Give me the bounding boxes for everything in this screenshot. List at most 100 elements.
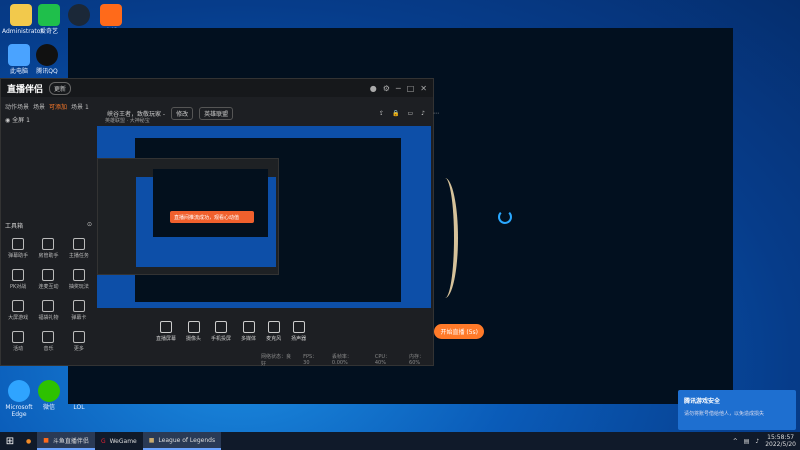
close-icon[interactable]: ✕ (420, 84, 427, 93)
tool-icon (42, 300, 55, 312)
notification-body: 请勿将账号借给他人，以免造成损失 (684, 411, 765, 417)
source-phone[interactable]: 手机投屏 (211, 320, 231, 342)
settings-icon[interactable]: ⚙ (383, 84, 390, 93)
volume-icon[interactable]: ♪ (755, 438, 759, 445)
lol-task-icon: ■ (148, 436, 155, 444)
tool-1[interactable]: 房管助手 (33, 238, 63, 259)
stream-info-bar: 峡谷王者，致敬玩家 - 修改 英雄联盟 ⇪ 🔒 ▭ ♪ ⋯ (101, 99, 445, 127)
iqiyi-icon (38, 4, 60, 26)
status-drop: 丢帧率：0.00% (331, 354, 352, 366)
avatar-icon[interactable]: ● (370, 84, 377, 93)
game-arch-decoration (432, 178, 458, 298)
tool-icon (72, 238, 85, 250)
scene-item[interactable]: ◉ 全屏 1 (5, 115, 30, 124)
tab-2[interactable]: 可添加 (49, 102, 67, 111)
tool-5[interactable]: 抽奖玩法 (64, 269, 94, 290)
tool-4[interactable]: 连麦互动 (33, 269, 63, 290)
clock[interactable]: 15:58:57 2022/5/20 (765, 434, 796, 448)
eye-icon: ◉ (5, 117, 11, 124)
computer-icon (8, 44, 30, 66)
source-media[interactable]: 多媒体 (241, 320, 256, 342)
network-icon[interactable]: ▤ (744, 438, 750, 445)
stream-preview[interactable] (97, 126, 431, 308)
loading-spinner-icon (498, 210, 512, 224)
bell-icon[interactable]: ♪ (421, 110, 425, 117)
tool-icon (12, 269, 25, 281)
tool-0[interactable]: 弹幕助手 (3, 238, 33, 259)
stream-subtext: 英雄联盟 · 大神秘宝 (105, 118, 150, 124)
taskbar-item-wegame[interactable]: G WeGame (95, 433, 143, 449)
tool-2[interactable]: 主播任务 (64, 238, 94, 259)
app-titlebar: 直播伴侣 更新 ● ⚙ ─ □ ✕ (1, 79, 433, 97)
window-controls: ● ⚙ ─ □ ✕ (370, 84, 427, 93)
taskbar: ⊞ ● ■ 斗鱼直播伴侣 G WeGame ■ League of Legend… (0, 432, 800, 450)
source-camera[interactable]: 摄像头 (186, 320, 201, 342)
phone-icon (215, 320, 228, 333)
tool-8[interactable]: 弹幕卡 (64, 300, 94, 321)
qq-penguin-icon (36, 44, 58, 66)
taskbar-item-live[interactable]: ■ 斗鱼直播伴侣 (37, 432, 95, 450)
tool-10[interactable]: 音乐 (33, 331, 63, 352)
edge-icon (8, 380, 30, 402)
source-toolbar: 直播屏幕 摄像头 手机投屏 多媒体 麦克风 扬声器 开始直播 (5s) (98, 317, 490, 345)
tool-icon (42, 269, 55, 281)
system-tray: ^ ▤ ♪ 15:58:57 2022/5/20 (733, 434, 800, 448)
taskbar-search[interactable]: ● (20, 433, 37, 449)
source-screen[interactable]: 直播屏幕 (156, 320, 176, 342)
tools-toggle-icon[interactable]: ⊙ (87, 221, 92, 230)
tools-panel: 工具箱 ⊙ 弹幕助手 房管助手 主播任务 PK对战 连麦互动 抽奖玩法 大屏游戏… (1, 219, 96, 358)
media-icon (242, 320, 255, 333)
update-badge[interactable]: 更新 (49, 81, 72, 95)
tab-3[interactable]: 场景 1 (71, 102, 89, 111)
wechat-icon (38, 380, 60, 402)
folder-icon (10, 4, 32, 26)
start-live-button[interactable]: 开始直播 (5s) (434, 323, 484, 339)
tool-icon (12, 300, 25, 312)
tool-icon (72, 269, 85, 281)
tool-icon (72, 331, 85, 343)
monitor-icon (160, 320, 172, 333)
status-bar: 网络状态：良好 FPS：30 丢帧率：0.00% CPU：40% 内存：60% (261, 353, 433, 367)
notification-title: 腾讯游戏安全 (684, 398, 721, 405)
tool-3[interactable]: PK对战 (3, 269, 33, 290)
scene-tabs: 动作场景 场景 可添加 场景 1 (1, 99, 100, 113)
steam-icon (68, 4, 90, 26)
tool-icon (72, 300, 85, 312)
desktop-icon-qq[interactable]: 腾讯QQ (28, 44, 66, 75)
tool-9[interactable]: 活动 (3, 331, 33, 352)
nested-dark (153, 169, 268, 237)
tool-icon (12, 331, 25, 343)
tool-7[interactable]: 福袋礼物 (33, 300, 63, 321)
lock-icon[interactable]: 🔒 (392, 110, 399, 117)
microphone-icon (267, 320, 280, 333)
live-app-icon (100, 4, 122, 26)
tool-6[interactable]: 大屏游戏 (3, 300, 33, 321)
screen-icon[interactable]: ▭ (407, 110, 413, 117)
share-icon[interactable]: ⇪ (379, 110, 384, 117)
status-network: 网络状态：良好 (261, 354, 292, 367)
minimize-icon[interactable]: ─ (396, 84, 401, 93)
tool-11[interactable]: 更多 (64, 331, 94, 352)
camera-icon (187, 320, 200, 333)
maximize-icon[interactable]: □ (407, 84, 415, 93)
toast-message: 直播间推流成功，观看心动值 (170, 211, 254, 223)
top-right-icons: ⇪ 🔒 ▭ ♪ ⋯ (379, 110, 439, 117)
taskbar-item-lol[interactable]: ■ League of Legends (142, 432, 222, 450)
status-mem: 内存：60% (409, 354, 425, 366)
tool-icon (42, 331, 55, 343)
windows-start-icon[interactable]: ⊞ (0, 436, 20, 447)
tab-0[interactable]: 动作场景 (5, 102, 29, 111)
app-logo: 直播伴侣 (7, 84, 44, 95)
share-link-icon[interactable]: ⋯ (433, 110, 439, 117)
source-mic[interactable]: 麦克风 (266, 320, 281, 342)
status-fps: FPS：30 (303, 354, 318, 366)
speaker-icon (292, 320, 305, 333)
status-cpu: CPU：40% (374, 354, 391, 366)
source-speaker[interactable]: 扬声器 (291, 320, 306, 342)
security-notification[interactable]: 腾讯游戏安全 请勿将账号借给他人，以免造成损失 (678, 390, 796, 430)
edit-title-button[interactable]: 修改 (171, 106, 194, 120)
category-pill[interactable]: 英雄联盟 (199, 106, 234, 120)
tray-arrow-icon[interactable]: ^ (733, 438, 738, 445)
tab-1[interactable]: 场景 (33, 102, 45, 111)
wegame-icon: G (100, 437, 106, 445)
